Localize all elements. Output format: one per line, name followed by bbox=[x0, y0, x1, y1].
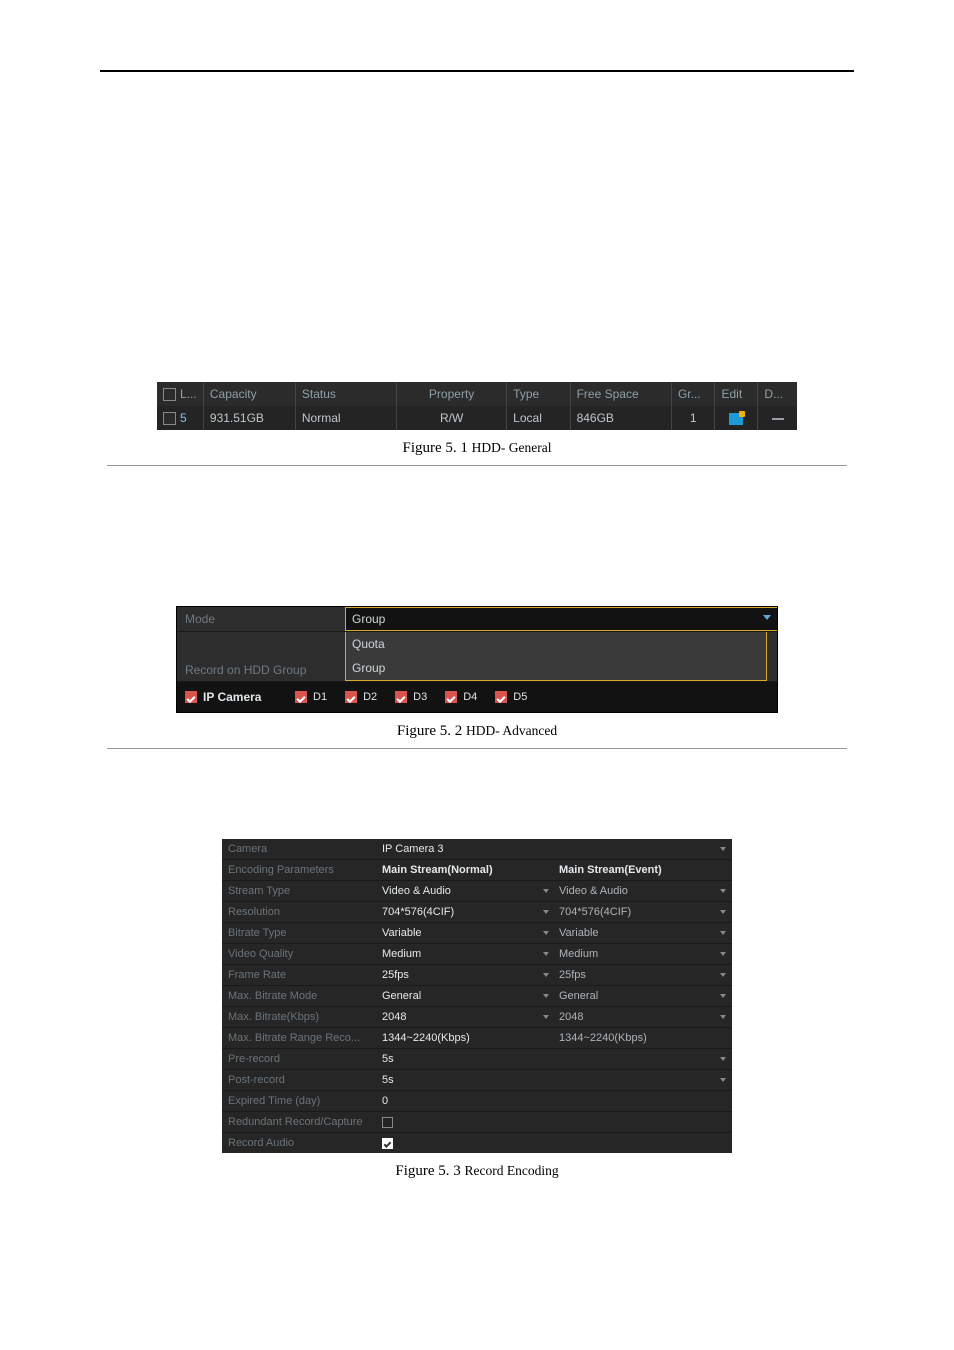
cell-l: 5 bbox=[180, 411, 187, 425]
record-audio-checkbox-cell bbox=[378, 1133, 732, 1153]
pre-record-select[interactable]: 5s bbox=[378, 1049, 732, 1069]
col-type[interactable]: Type bbox=[507, 382, 570, 406]
mode-label: Mode bbox=[177, 612, 345, 626]
record-group-label: Record on HDD Group bbox=[177, 663, 345, 681]
max-bitrate-kbps-normal[interactable]: 2048 bbox=[378, 1007, 555, 1027]
pre-record-label: Pre-record bbox=[222, 1049, 378, 1069]
figure-5-3-caption: Figure 5. 3 Record Encoding bbox=[100, 1163, 854, 1180]
video-quality-label: Video Quality bbox=[222, 944, 378, 964]
col-header-event: Main Stream(Event) bbox=[555, 860, 732, 880]
record-encoding-panel: Camera IP Camera 3 Encoding Parameters M… bbox=[222, 839, 732, 1153]
col-property[interactable]: Property bbox=[397, 382, 507, 406]
max-bitrate-mode-event[interactable]: General bbox=[555, 986, 732, 1006]
resolution-normal[interactable]: 704*576(4CIF) bbox=[378, 902, 555, 922]
frame-rate-normal[interactable]: 25fps bbox=[378, 965, 555, 985]
bitrate-type-event[interactable]: Variable bbox=[555, 923, 732, 943]
caption-rule-2 bbox=[107, 748, 847, 749]
edit-icon[interactable] bbox=[729, 413, 743, 425]
resolution-event[interactable]: 704*576(4CIF) bbox=[555, 902, 732, 922]
video-quality-normal[interactable]: Medium bbox=[378, 944, 555, 964]
max-bitrate-range-event: 1344~2240(Kbps) bbox=[555, 1028, 732, 1048]
expired-time-label: Expired Time (day) bbox=[222, 1091, 378, 1111]
max-bitrate-range-label: Max. Bitrate Range Reco... bbox=[222, 1028, 378, 1048]
col-edit[interactable]: Edit bbox=[715, 382, 758, 406]
stream-type-label: Stream Type bbox=[222, 881, 378, 901]
cell-status: Normal bbox=[295, 406, 396, 430]
row-checkbox[interactable] bbox=[163, 412, 176, 425]
chevron-down-icon bbox=[763, 615, 771, 620]
camera-d1[interactable]: D1 bbox=[295, 691, 327, 703]
figure-5-1-caption: Figure 5. 1 HDD- General bbox=[100, 440, 854, 457]
cell-property: R/W bbox=[397, 406, 507, 430]
mode-dropdown[interactable]: Quota Group bbox=[345, 632, 767, 681]
col-delete[interactable]: D... bbox=[758, 382, 797, 406]
bitrate-type-label: Bitrate Type bbox=[222, 923, 378, 943]
delete-icon[interactable] bbox=[772, 418, 784, 420]
camera-d3[interactable]: D3 bbox=[395, 691, 427, 703]
post-record-label: Post-record bbox=[222, 1070, 378, 1090]
camera-label: Camera bbox=[222, 839, 378, 859]
redundant-record-checkbox[interactable] bbox=[382, 1117, 393, 1128]
stream-type-event[interactable]: Video & Audio bbox=[555, 881, 732, 901]
mode-option-quota[interactable]: Quota bbox=[346, 632, 766, 656]
max-bitrate-mode-label: Max. Bitrate Mode bbox=[222, 986, 378, 1006]
col-freespace[interactable]: Free Space bbox=[570, 382, 671, 406]
record-audio-checkbox[interactable] bbox=[382, 1138, 393, 1149]
hdd-row[interactable]: 5 931.51GB Normal R/W Local 846GB 1 bbox=[157, 406, 797, 430]
figure-5-2-caption: Figure 5. 2 HDD- Advanced bbox=[100, 723, 854, 740]
record-audio-label: Record Audio bbox=[222, 1133, 378, 1153]
caption-rule-1 bbox=[107, 465, 847, 466]
hdd-general-table: L... Capacity Status Property Type Free … bbox=[157, 382, 797, 430]
cell-freespace: 846GB bbox=[570, 406, 671, 430]
max-bitrate-kbps-label: Max. Bitrate(Kbps) bbox=[222, 1007, 378, 1027]
post-record-select[interactable]: 5s bbox=[378, 1070, 732, 1090]
redundant-record-checkbox-cell bbox=[378, 1112, 732, 1132]
frame-rate-label: Frame Rate bbox=[222, 965, 378, 985]
col-capacity[interactable]: Capacity bbox=[203, 382, 295, 406]
max-bitrate-kbps-event[interactable]: 2048 bbox=[555, 1007, 732, 1027]
resolution-label: Resolution bbox=[222, 902, 378, 922]
ip-camera-label: IP Camera bbox=[177, 690, 295, 704]
page-top-rule bbox=[100, 70, 854, 72]
redundant-record-label: Redundant Record/Capture bbox=[222, 1112, 378, 1132]
frame-rate-event[interactable]: 25fps bbox=[555, 965, 732, 985]
hdd-advanced-panel: Mode Group Record on HDD Group Quota Gro… bbox=[176, 606, 778, 713]
col-l: L... bbox=[180, 387, 197, 401]
camera-select[interactable]: IP Camera 3 bbox=[378, 839, 732, 859]
camera-d4[interactable]: D4 bbox=[445, 691, 477, 703]
camera-d2[interactable]: D2 bbox=[345, 691, 377, 703]
max-bitrate-mode-normal[interactable]: General bbox=[378, 986, 555, 1006]
max-bitrate-range-normal: 1344~2240(Kbps) bbox=[378, 1028, 555, 1048]
hdd-header-row: L... Capacity Status Property Type Free … bbox=[157, 382, 797, 406]
video-quality-event[interactable]: Medium bbox=[555, 944, 732, 964]
mode-select[interactable]: Group bbox=[345, 607, 777, 631]
camera-d5[interactable]: D5 bbox=[495, 691, 527, 703]
encoding-params-label: Encoding Parameters bbox=[222, 860, 378, 880]
col-header-normal: Main Stream(Normal) bbox=[378, 860, 555, 880]
ip-camera-checkbox[interactable] bbox=[185, 691, 197, 703]
cell-type: Local bbox=[507, 406, 570, 430]
stream-type-normal[interactable]: Video & Audio bbox=[378, 881, 555, 901]
select-all-checkbox[interactable] bbox=[163, 388, 176, 401]
cell-capacity: 931.51GB bbox=[203, 406, 295, 430]
bitrate-type-normal[interactable]: Variable bbox=[378, 923, 555, 943]
col-status[interactable]: Status bbox=[295, 382, 396, 406]
col-group[interactable]: Gr... bbox=[671, 382, 715, 406]
mode-option-group[interactable]: Group bbox=[346, 656, 766, 680]
expired-time-input[interactable]: 0 bbox=[378, 1091, 732, 1111]
cell-group: 1 bbox=[671, 406, 715, 430]
